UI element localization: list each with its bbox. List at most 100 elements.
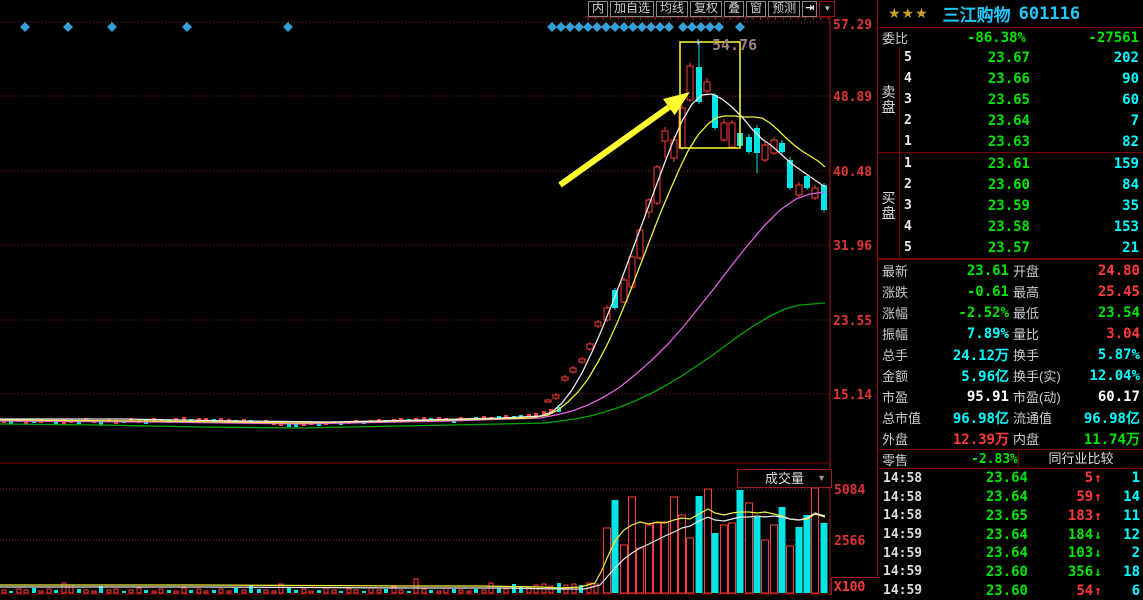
stat-label: 市盈(动) xyxy=(1009,387,1069,406)
tick-count: 2 xyxy=(1102,545,1143,561)
tick-row[interactable]: 14:5823.6459↑14 xyxy=(878,488,1143,507)
queue-level: 1 xyxy=(900,156,918,171)
chevron-down-icon[interactable]: ▼ xyxy=(817,470,826,487)
volume-bar xyxy=(122,591,126,593)
volume-bar xyxy=(92,591,96,593)
toolbar-button-window[interactable]: 窗 xyxy=(746,1,766,17)
toolbar-button-overlay[interactable]: 叠 xyxy=(724,1,744,17)
queue-price: 23.64 xyxy=(918,113,1030,129)
signal-diamond-icon xyxy=(619,22,629,32)
tick-row[interactable]: 14:5923.64184↓12 xyxy=(878,525,1143,544)
weibi-row: 委比 -86.38% -27561 xyxy=(878,27,1143,47)
sell-queue-row[interactable]: 523.67202 xyxy=(900,47,1143,68)
signal-diamond-icon xyxy=(735,22,745,32)
queue-level: 3 xyxy=(900,92,918,107)
volume-bar-down xyxy=(754,517,761,593)
queue-volume: 35 xyxy=(1030,198,1143,214)
sell-queue-row[interactable]: 223.647 xyxy=(900,110,1143,131)
buy-queue-row[interactable]: 423.58153 xyxy=(900,216,1143,237)
tick-trade-list[interactable]: 14:5823.645↑114:5823.6459↑1414:5823.6518… xyxy=(878,469,1143,600)
stat-value: -0.61 xyxy=(930,284,1009,300)
stat-row: 振幅7.89%量比3.04 xyxy=(878,323,1143,344)
candle-body-up xyxy=(762,145,768,160)
sell-queue-row[interactable]: 123.6382 xyxy=(900,131,1143,152)
queue-price: 23.58 xyxy=(918,219,1030,235)
tick-row[interactable]: 14:5923.64103↓2 xyxy=(878,544,1143,563)
signal-diamond-icon xyxy=(705,22,715,32)
toolbar-button-adjust-rights[interactable]: 复权 xyxy=(690,1,722,17)
buy-queue-row[interactable]: 223.6084 xyxy=(900,174,1143,195)
volume-bar xyxy=(474,589,478,593)
stat-value: 95.91 xyxy=(930,389,1009,405)
volume-bar xyxy=(152,591,156,593)
stock-name[interactable]: 三江购物 xyxy=(943,1,1011,26)
arrow-annotation-shaft[interactable] xyxy=(560,107,669,185)
signal-diamond-icon xyxy=(628,22,638,32)
stat-row: 总手24.12万换手5.87% xyxy=(878,344,1143,365)
toolbar-button-forecast[interactable]: 预测 xyxy=(768,1,800,17)
tick-volume: 5↑ xyxy=(1028,470,1102,486)
volume-indicator-selector[interactable]: 成交量 ▼ xyxy=(737,469,832,488)
volume-bar xyxy=(227,591,231,593)
queue-price: 23.61 xyxy=(918,156,1030,172)
queue-level: 4 xyxy=(900,71,918,86)
industry-compare-button[interactable]: 同行业比较 xyxy=(1018,450,1143,469)
toolbar-button-mode-inner[interactable]: 内 xyxy=(588,1,608,17)
tick-price: 23.64 xyxy=(936,545,1028,561)
kline-chart-canvas[interactable]: 57.2948.8940.4831.9623.5515.145084256654… xyxy=(0,0,878,595)
stock-stats-grid: 最新23.61开盘24.80涨跌-0.61最高25.45涨幅-2.52%最低23… xyxy=(878,259,1143,449)
volume-bar-down xyxy=(821,523,828,593)
queue-level: 5 xyxy=(900,50,918,65)
volume-bar xyxy=(422,589,426,593)
kline-chart-panel[interactable]: 57.2948.8940.4831.9623.5515.145084256654… xyxy=(0,0,878,595)
tick-row[interactable]: 14:5823.65183↑11 xyxy=(878,506,1143,525)
queue-price: 23.63 xyxy=(918,134,1030,150)
volume-bar xyxy=(204,591,208,593)
tick-row[interactable]: 14:5823.645↑1 xyxy=(878,469,1143,488)
signal-diamond-icon xyxy=(696,22,706,32)
queue-volume: 7 xyxy=(1030,113,1143,129)
volume-bar-up xyxy=(654,523,661,593)
volume-bar xyxy=(189,590,193,593)
buy-queue-row[interactable]: 123.61159 xyxy=(900,153,1143,174)
candle-body-up xyxy=(570,368,576,372)
sell-queue-row[interactable]: 423.6690 xyxy=(900,68,1143,89)
price-axis-label: 48.89 xyxy=(833,90,872,105)
signal-diamond-icon xyxy=(664,22,674,32)
volume-unit-badge: X100 xyxy=(831,577,880,595)
stat-label: 涨幅 xyxy=(878,303,930,322)
sell-queue-row[interactable]: 323.6560 xyxy=(900,89,1143,110)
toolbar-button-add-watchlist[interactable]: 加自选 xyxy=(610,1,654,17)
candle-body-down xyxy=(779,143,785,152)
volume-bar xyxy=(114,589,118,593)
stat-row: 涨幅-2.52%最低23.54 xyxy=(878,302,1143,323)
stock-code[interactable]: 601116 xyxy=(1019,4,1080,24)
jump-to-latest-icon[interactable]: ⇥ xyxy=(802,1,817,17)
tick-count: 1 xyxy=(1102,470,1143,486)
volume-bar-up xyxy=(721,525,728,593)
buy-queue-row[interactable]: 323.5935 xyxy=(900,195,1143,216)
tick-volume: 183↑ xyxy=(1028,508,1102,524)
stat-row: 外盘12.39万内盘11.74万 xyxy=(878,428,1143,449)
queue-price: 23.60 xyxy=(918,177,1030,193)
queue-level: 2 xyxy=(900,177,918,192)
volume-bar-down xyxy=(804,515,811,593)
volume-bar xyxy=(2,590,6,593)
volume-bar-up xyxy=(637,548,644,593)
volume-bar xyxy=(77,589,81,593)
sell-queue-label: 卖盘 xyxy=(878,47,900,152)
toolbar-dropdown-icon[interactable]: ▼ xyxy=(819,1,835,17)
volume-bar xyxy=(407,591,411,593)
volume-bar-up xyxy=(621,545,628,593)
tick-price: 23.60 xyxy=(936,564,1028,580)
queue-level: 4 xyxy=(900,219,918,234)
tick-row[interactable]: 14:5923.60356↓18 xyxy=(878,563,1143,582)
tick-row[interactable]: 14:5923.6054↑6 xyxy=(878,581,1143,600)
buy-queue-row[interactable]: 523.5721 xyxy=(900,237,1143,258)
volume-bar-up xyxy=(787,546,794,593)
sell-order-queue: 卖盘 523.67202423.6690323.6560223.647123.6… xyxy=(878,47,1143,153)
retail-value: -2.83% xyxy=(918,452,1018,467)
stat-row: 市盈95.91市盈(动)60.17 xyxy=(878,386,1143,407)
volume-bar xyxy=(69,585,73,593)
toolbar-button-moving-average[interactable]: 均线 xyxy=(656,1,688,17)
